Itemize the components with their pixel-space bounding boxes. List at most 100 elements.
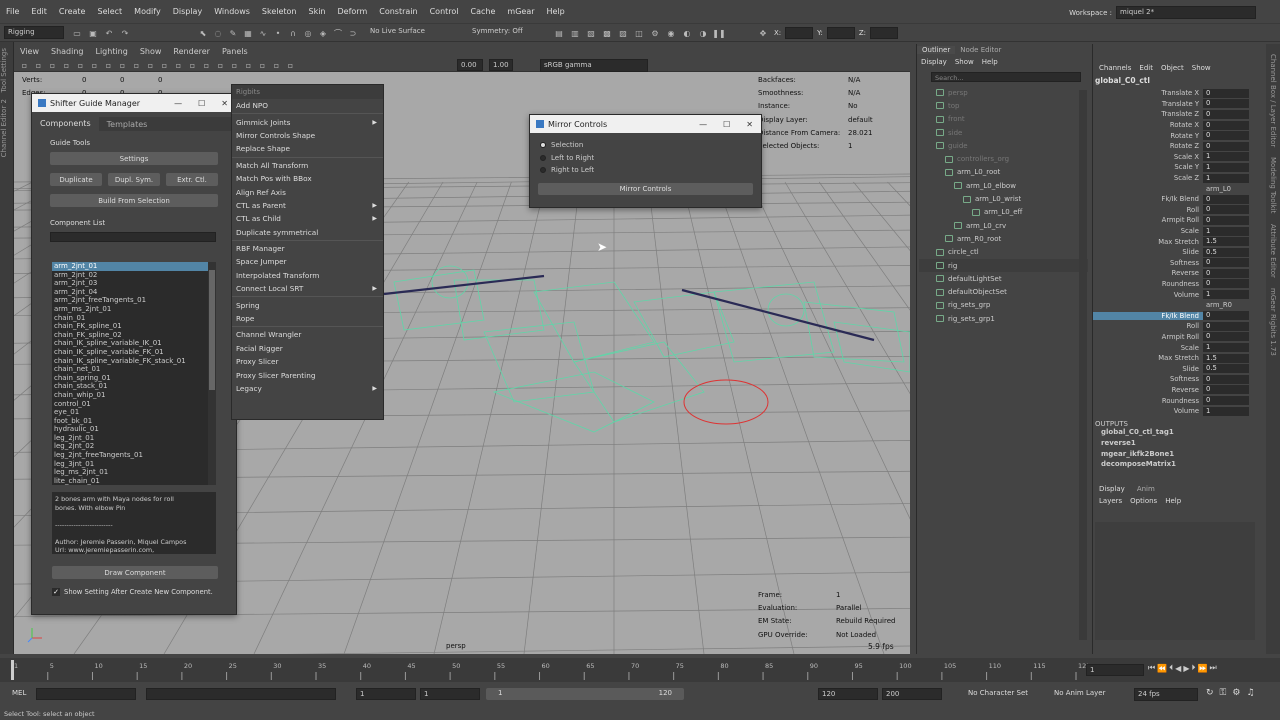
snap-grid-icon[interactable]: ▦	[241, 27, 255, 39]
extr-ctl-button[interactable]: Extr. Ctl.	[166, 173, 218, 186]
layer-menu-layers[interactable]: Layers	[1099, 497, 1122, 505]
rigbits-item[interactable]: Spring	[232, 298, 383, 311]
rigbits-item[interactable]: CTL as Parent ▶	[232, 199, 383, 212]
menu-help[interactable]: Help	[541, 7, 571, 16]
tab-anim[interactable]: Anim	[1131, 485, 1161, 493]
magnet2-icon[interactable]: ⌒	[331, 27, 345, 39]
live-surface[interactable]: No Live Surface	[370, 27, 425, 35]
menu-control[interactable]: Control	[424, 7, 465, 16]
anim-end-field[interactable]: 200	[882, 688, 942, 700]
output-ops-icon[interactable]: ▧	[584, 27, 598, 39]
rigbits-item[interactable]: Connect Local SRT ▶	[232, 282, 383, 295]
channel-attr[interactable]: Volume 1	[1093, 406, 1266, 417]
outliner-menu-help[interactable]: Help	[982, 58, 998, 66]
smooth-shade-icon[interactable]: ▫	[144, 59, 157, 71]
range-slider-bar[interactable]: 1 120	[486, 688, 684, 700]
rigbits-item[interactable]: Gimmick Joints ▶	[232, 115, 383, 128]
outliner-item[interactable]: arm_L0_elbow	[919, 179, 1088, 192]
snap-point-icon[interactable]: •	[271, 27, 285, 39]
channel-attr[interactable]: Translate Z 0	[1093, 109, 1266, 120]
channel-attr-value[interactable]: 0	[1203, 109, 1249, 119]
node-name[interactable]: global_C0_ctl	[1093, 76, 1266, 88]
radio-icon[interactable]	[540, 142, 546, 149]
channel-attr-value[interactable]: 0	[1203, 258, 1249, 268]
channel-editor-tab[interactable]: Channel Editor 2	[0, 99, 8, 157]
gamma-field[interactable]: 1.00	[489, 59, 513, 71]
rigbits-item[interactable]: RBF Manager	[232, 242, 383, 255]
component-item[interactable]: chain_FK_spline_01	[52, 322, 208, 331]
symmetry-dropdown[interactable]: Symmetry: Off	[472, 27, 523, 35]
component-item[interactable]: leg_2jnt_01	[52, 434, 208, 443]
layer-menu-help[interactable]: Help	[1165, 497, 1181, 505]
channel-attr-value[interactable]: 1	[1203, 173, 1249, 183]
colorspace-dropdown[interactable]: sRGB gamma	[540, 59, 648, 72]
channel-menu-channels[interactable]: Channels	[1099, 64, 1131, 72]
mirror-option[interactable]: Left to Right	[540, 152, 751, 165]
playback-end-field[interactable]: 120	[818, 688, 878, 700]
y-field[interactable]	[826, 27, 855, 39]
go-start-icon[interactable]: ⏮	[1148, 663, 1155, 673]
channel-attr-value[interactable]: 1	[1203, 162, 1249, 172]
paint-select-icon[interactable]: ✎	[226, 27, 240, 39]
layer-list[interactable]	[1095, 522, 1255, 640]
channel-attr-value[interactable]: 0	[1203, 88, 1249, 98]
anim-start-field[interactable]: 1	[356, 688, 416, 700]
light-editor-icon[interactable]: ◑	[696, 27, 710, 39]
xray-joints-icon[interactable]: ▫	[270, 59, 283, 71]
channel-attr-value[interactable]: 1.5	[1203, 237, 1249, 247]
component-search-input[interactable]	[50, 232, 216, 242]
rigbits-item[interactable]: Match Pos with BBox	[232, 172, 383, 185]
component-item[interactable]: eye_01	[52, 408, 208, 417]
menu-skin[interactable]: Skin	[303, 7, 332, 16]
rigbits-item[interactable]: Legacy ▶	[232, 382, 383, 395]
outliner-item[interactable]: arm_L0_root	[919, 166, 1088, 179]
lock-icon[interactable]: ▫	[32, 59, 45, 71]
outliner-item[interactable]: arm_R0_root	[919, 232, 1088, 245]
channel-attr[interactable]: Armpit Roll 0	[1093, 215, 1266, 226]
channel-attr[interactable]: Translate X 0	[1093, 88, 1266, 99]
layer-menu-options[interactable]: Options	[1130, 497, 1157, 505]
channel-attr-value[interactable]: 0	[1203, 396, 1249, 406]
component-item[interactable]: chain_IK_spline_variable_FK_stack_01	[52, 357, 208, 366]
ao-icon[interactable]: ▫	[200, 59, 213, 71]
prefs-icon[interactable]: ⚙	[1232, 688, 1240, 698]
tool-settings-tab[interactable]: Tool Settings	[0, 48, 8, 93]
undo-icon[interactable]: ↶	[102, 27, 116, 39]
lasso-icon[interactable]: ◌	[211, 27, 225, 39]
channel-attr[interactable]: Translate Y 0	[1093, 99, 1266, 110]
channel-attr[interactable]: Fk/Ik Blend 0	[1093, 310, 1266, 321]
outliner-menu-show[interactable]: Show	[955, 58, 974, 66]
rigbits-item[interactable]: Match All Transform	[232, 159, 383, 172]
channel-attr[interactable]: Rotate Z 0	[1093, 141, 1266, 152]
magnet-icon[interactable]: ∩	[286, 27, 300, 39]
radio-icon[interactable]	[540, 167, 546, 174]
time-slider[interactable]: 1 5 10 15 20 25 30 35 40 45 50 55 60 65 70 75 80 85 90 95 10…	[0, 658, 1280, 682]
channel-attr[interactable]: Roundness 0	[1093, 279, 1266, 290]
menu-file[interactable]: File	[0, 7, 25, 16]
maximize-icon[interactable]: ☐	[198, 99, 205, 108]
outliner-item[interactable]: arm_L0_eff	[919, 206, 1088, 219]
channel-attr-value[interactable]: 0	[1203, 194, 1249, 204]
component-item[interactable]: chain_whip_01	[52, 391, 208, 400]
channel-attr-value[interactable]: 1	[1203, 406, 1249, 416]
outliner-item[interactable]: top	[919, 99, 1088, 112]
close-icon[interactable]: ✕	[221, 99, 228, 108]
rigbits-item[interactable]: Duplicate symmetrical	[232, 226, 383, 239]
component-item[interactable]: arm_ms_2jnt_01	[52, 305, 208, 314]
isolate-icon[interactable]: ▫	[242, 59, 255, 71]
component-item[interactable]: arm_2jnt_03	[52, 279, 208, 288]
tab-outliner[interactable]: Outliner	[917, 46, 956, 54]
side-tab[interactable]: Channel Box / Layer Editor	[1269, 54, 1277, 147]
component-item[interactable]: arm_2jnt_02	[52, 271, 208, 280]
component-item[interactable]: chain_stack_01	[52, 382, 208, 391]
backface-icon[interactable]: ▫	[284, 59, 297, 71]
shifter-titlebar[interactable]: Shifter Guide Manager — ☐ ✕	[32, 94, 236, 112]
current-time-marker[interactable]	[11, 660, 14, 680]
component-item[interactable]: chain_FK_spline_02	[52, 331, 208, 340]
component-item[interactable]: chain_IK_spline_variable_FK_01	[52, 348, 208, 357]
channel-menu-object[interactable]: Object	[1161, 64, 1184, 72]
rigbits-item[interactable]: Facial Rigger	[232, 342, 383, 355]
audio-icon[interactable]: ♫	[1246, 688, 1254, 698]
rigbits-item[interactable]: Proxy Slicer	[232, 355, 383, 368]
outliner-item[interactable]: rig	[919, 258, 1088, 273]
